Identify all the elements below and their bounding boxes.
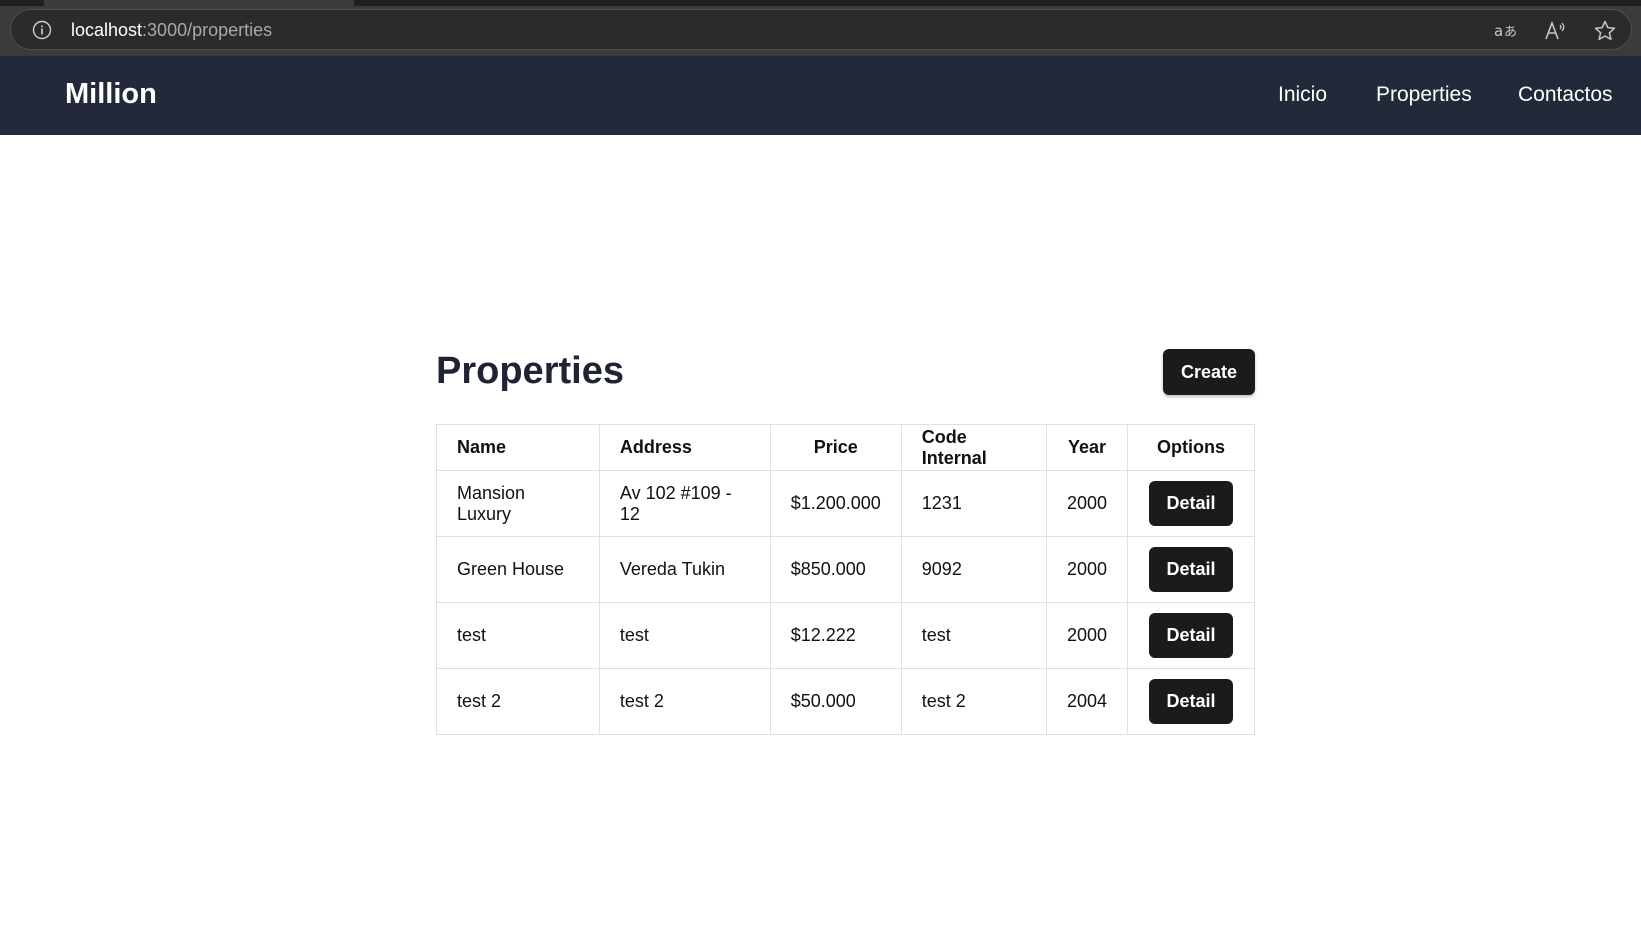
cell-code-internal: test 2	[900, 668, 1047, 735]
translate-icon[interactable]: a あ	[1493, 19, 1517, 43]
nav-link-contactos[interactable]: Contactos	[1518, 82, 1613, 108]
cell-code-internal: 1231	[900, 470, 1047, 537]
brand-logo[interactable]: Million	[65, 76, 157, 112]
cell-address: Av 102 #109 - 12	[598, 470, 771, 537]
cell-year: 2000	[1045, 536, 1129, 603]
detail-button[interactable]: Detail	[1149, 547, 1233, 592]
cell-options: Detail	[1127, 602, 1255, 669]
page-title: Properties	[436, 350, 624, 392]
cell-name: Green House	[436, 536, 600, 603]
address-bar[interactable]: localhost:3000/properties a あ	[10, 9, 1632, 50]
cell-address: test 2	[598, 668, 771, 735]
svg-text:あ: あ	[1504, 25, 1517, 40]
table-row: test test $12.222 test 2000 Detail	[436, 602, 1255, 669]
table-header-row: Name Address Price Code Internal Year Op…	[436, 424, 1255, 471]
top-navbar: Million Inicio Properties Contactos	[0, 56, 1641, 135]
create-button[interactable]: Create	[1163, 349, 1255, 395]
cell-code-internal: 9092	[900, 536, 1047, 603]
cell-name: test 2	[436, 668, 600, 735]
info-icon[interactable]	[32, 20, 52, 40]
detail-button[interactable]: Detail	[1149, 679, 1233, 724]
table-row: test 2 test 2 $50.000 test 2 2004 Detail	[436, 668, 1255, 735]
tab-strip	[0, 0, 1641, 6]
detail-button[interactable]: Detail	[1149, 613, 1233, 658]
column-header-code-internal: Code Internal	[900, 424, 1047, 471]
browser-toolbar: localhost:3000/properties a あ	[0, 0, 1641, 56]
cell-name: test	[436, 602, 600, 669]
cell-address: Vereda Tukin	[598, 536, 771, 603]
svg-text:a: a	[1494, 22, 1503, 40]
column-header-name: Name	[436, 424, 600, 471]
properties-table: Name Address Price Code Internal Year Op…	[436, 424, 1255, 735]
read-aloud-icon[interactable]	[1543, 19, 1567, 43]
cell-address: test	[598, 602, 771, 669]
detail-button[interactable]: Detail	[1149, 481, 1233, 526]
cell-options: Detail	[1127, 470, 1255, 537]
url-path: :3000/properties	[142, 20, 273, 40]
nav-link-inicio[interactable]: Inicio	[1278, 82, 1327, 108]
cell-code-internal: test	[900, 602, 1047, 669]
table-row: Mansion Luxury Av 102 #109 - 12 $1.200.0…	[436, 470, 1255, 537]
column-header-year: Year	[1045, 424, 1129, 471]
cell-price: $850.000	[769, 536, 902, 603]
column-header-options: Options	[1127, 424, 1255, 471]
cell-name: Mansion Luxury	[436, 470, 600, 537]
cell-price: $50.000	[769, 668, 902, 735]
cell-options: Detail	[1127, 668, 1255, 735]
star-icon[interactable]	[1593, 19, 1617, 43]
cell-year: 2004	[1045, 668, 1129, 735]
cell-price: $12.222	[769, 602, 902, 669]
table-row: Green House Vereda Tukin $850.000 9092 2…	[436, 536, 1255, 603]
cell-year: 2000	[1045, 602, 1129, 669]
cell-year: 2000	[1045, 470, 1129, 537]
url-text[interactable]: localhost:3000/properties	[71, 20, 272, 40]
active-tab[interactable]	[44, 0, 354, 6]
nav-link-properties[interactable]: Properties	[1376, 82, 1472, 108]
cell-options: Detail	[1127, 536, 1255, 603]
cell-price: $1.200.000	[769, 470, 902, 537]
column-header-price: Price	[769, 424, 902, 471]
url-host: localhost	[71, 20, 143, 40]
column-header-address: Address	[598, 424, 771, 471]
